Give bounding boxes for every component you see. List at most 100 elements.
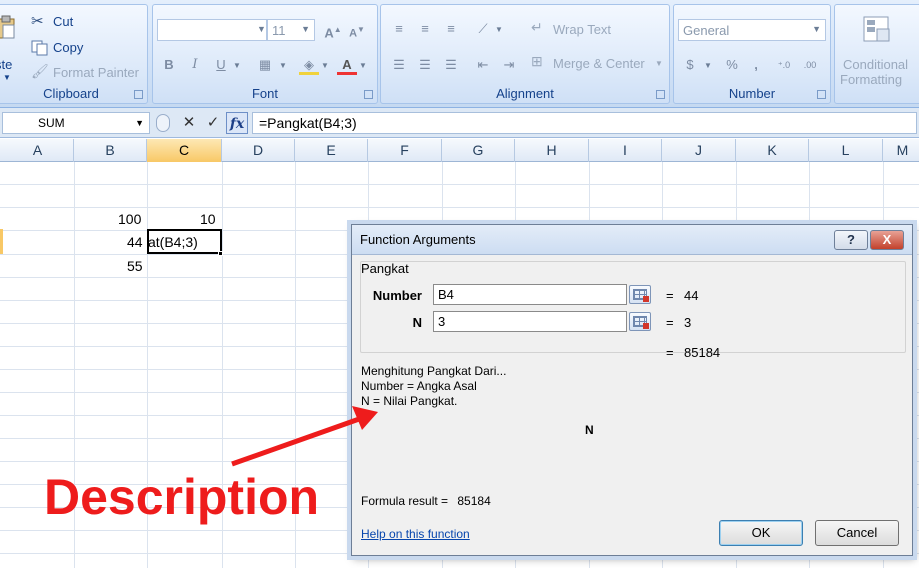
arg-input-n[interactable]: 3 <box>433 311 627 332</box>
chevron-down-icon: ▼ <box>359 61 367 70</box>
increase-indent-icon[interactable]: ⇥ <box>499 55 519 75</box>
cell-edit-text: at(B4;3) <box>148 234 198 250</box>
wrap-text-button[interactable]: ↵ Wrap Text <box>531 19 641 41</box>
font-group-label: Font <box>251 86 278 101</box>
percent-icon[interactable]: % <box>722 55 742 75</box>
column-header-l[interactable]: L <box>809 139 883 162</box>
cell-b3[interactable]: 100 <box>118 211 141 227</box>
copy-icon <box>31 40 48 56</box>
cancel-icon[interactable]: ✕ <box>178 112 200 134</box>
column-header-e[interactable]: E <box>295 139 368 162</box>
borders-icon[interactable]: ▦ <box>255 55 275 75</box>
conditional-formatting-button[interactable]: Conditional Formatting <box>835 9 919 87</box>
help-on-function-link[interactable]: Help on this function <box>361 527 470 541</box>
collapse-dialog-icon[interactable] <box>629 312 651 331</box>
close-button[interactable]: X <box>870 230 904 250</box>
accounting-format-icon[interactable]: $ <box>680 55 700 75</box>
column-header-c[interactable]: C <box>147 139 222 162</box>
chevron-down-icon: ▼ <box>233 61 241 70</box>
comma-style-icon[interactable]: , <box>746 55 766 75</box>
formula-result-value: 85184 <box>457 494 491 508</box>
align-center-icon[interactable]: ☰ <box>415 55 435 75</box>
formula-input[interactable]: =Pangkat(B4;3) <box>252 112 917 134</box>
arg-result-number: 44 <box>684 288 699 303</box>
underline-icon[interactable]: U <box>211 55 231 75</box>
font-size-combo[interactable]: 11 ▼ <box>267 19 315 41</box>
merge-center-button[interactable]: ⊞ Merge & Center ▼ <box>531 53 666 75</box>
column-header-g[interactable]: G <box>442 139 515 162</box>
column-header-i[interactable]: I <box>589 139 662 162</box>
column-header-d[interactable]: D <box>222 139 295 162</box>
column-header-a[interactable]: A <box>2 139 74 162</box>
cancel-button[interactable]: Cancel <box>815 520 899 546</box>
number-launcher-icon[interactable] <box>817 90 826 99</box>
column-header-b[interactable]: B <box>74 139 147 162</box>
alignment-launcher-icon[interactable] <box>656 90 665 99</box>
fill-color-icon[interactable]: ◈ <box>299 55 319 75</box>
arg-input-number[interactable]: B4 <box>433 284 627 305</box>
font-launcher-icon[interactable] <box>364 90 373 99</box>
copy-button[interactable]: Copy <box>31 38 101 58</box>
arg-result-n: 3 <box>684 315 692 330</box>
font-name-combo[interactable] <box>157 19 267 41</box>
shrink-font-icon[interactable]: A▼ <box>347 20 367 40</box>
decrease-indent-icon[interactable]: ⇤ <box>473 55 493 75</box>
wrap-text-icon: ↵ <box>531 19 543 35</box>
function-description-line-1: Menghitung Pangkat Dari... <box>361 364 507 378</box>
font-color-icon[interactable]: A <box>337 55 357 75</box>
active-cell-c4[interactable]: at(B4;3) <box>147 229 222 254</box>
alignment-group-label: Alignment <box>496 86 554 101</box>
function-name: Pangkat <box>361 261 409 276</box>
collapse-dialog-icon[interactable] <box>629 285 651 304</box>
cell-b5[interactable]: 55 <box>127 258 143 274</box>
chevron-down-icon: ▼ <box>495 25 503 34</box>
font-group: ▼ 11 ▼ A▲ A▼ B I U ▼ ▦ ▼ ◈ ▼ A ▼ Font <box>152 4 378 104</box>
number-group-label: Number <box>728 86 776 101</box>
align-bottom-icon[interactable]: ≡ <box>441 19 461 39</box>
arg-equals: = <box>666 288 674 303</box>
enter-icon[interactable]: ✓ <box>202 112 224 134</box>
align-right-icon[interactable]: ☰ <box>441 55 461 75</box>
orientation-icon[interactable]: ⟋ <box>473 19 493 39</box>
align-middle-icon[interactable]: ≡ <box>415 19 435 39</box>
formula-result: Formula result = 85184 <box>361 494 491 508</box>
scissors-icon: ✂ <box>31 13 44 30</box>
insert-function-icon[interactable]: fx <box>226 112 248 134</box>
cut-button[interactable]: ✂ Cut <box>31 12 91 32</box>
ribbon: ste ▼ ✂ Cut Copy 🖌 Format Painter Clipbo… <box>0 0 919 108</box>
ok-button[interactable]: OK <box>719 520 803 546</box>
number-format-value: General <box>683 23 730 38</box>
help-button[interactable]: ? <box>834 230 868 250</box>
paintbrush-icon: 🖌 <box>31 63 49 79</box>
fill-handle[interactable] <box>218 251 223 256</box>
format-painter-button[interactable]: 🖌 Format Painter <box>31 63 143 83</box>
grow-font-icon[interactable]: A▲ <box>323 20 343 40</box>
column-header-row: A B C D E F G H I J K L M <box>0 139 919 162</box>
number-format-combo[interactable]: General ▼ <box>678 19 826 41</box>
cell-c3[interactable]: 10 <box>200 211 216 227</box>
arg-label-number: Number <box>372 288 422 303</box>
decrease-decimal-icon[interactable]: .00 <box>800 55 820 75</box>
paste-icon <box>0 15 15 39</box>
arg-label-n: N <box>412 315 422 330</box>
italic-icon[interactable]: I <box>185 55 205 75</box>
increase-decimal-icon[interactable]: ⁺.0 <box>774 55 794 75</box>
name-box[interactable]: SUM ▼ <box>2 112 150 134</box>
formula-bar-divider <box>156 114 170 132</box>
column-header-f[interactable]: F <box>368 139 442 162</box>
chevron-down-icon: ▼ <box>135 118 144 128</box>
align-left-icon[interactable]: ☰ <box>389 55 409 75</box>
align-top-icon[interactable]: ≡ <box>389 19 409 39</box>
dialog-titlebar[interactable]: Function Arguments ? X <box>352 225 912 255</box>
bold-icon[interactable]: B <box>159 55 179 75</box>
column-header-h[interactable]: H <box>515 139 589 162</box>
column-header-m[interactable]: M <box>883 139 919 162</box>
question-icon: ? <box>847 232 855 247</box>
function-arguments-dialog: Function Arguments ? X Pangkat Number B4… <box>351 224 913 556</box>
paste-button[interactable]: ste ▼ <box>0 5 19 85</box>
column-header-j[interactable]: J <box>662 139 736 162</box>
result-equals: = <box>666 345 674 360</box>
column-header-k[interactable]: K <box>736 139 809 162</box>
clipboard-launcher-icon[interactable] <box>134 90 143 99</box>
cell-b4[interactable]: 44 <box>127 234 143 250</box>
